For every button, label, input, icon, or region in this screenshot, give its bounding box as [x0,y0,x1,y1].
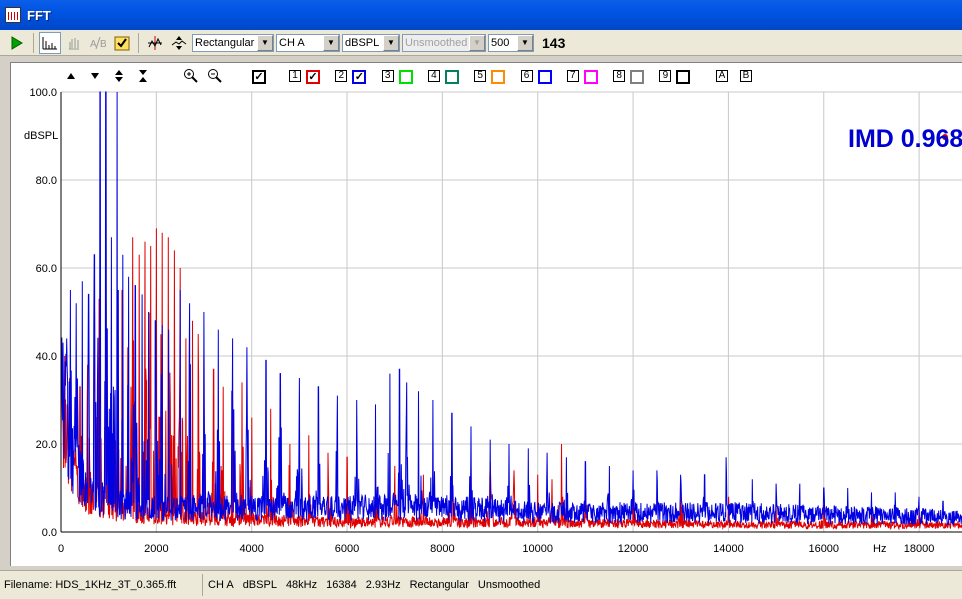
status-channel: CH A [208,579,234,591]
ab-slash-icon: AB [90,36,107,50]
status-window: Rectangular [409,579,469,591]
bar-spectrum-icon [42,36,57,49]
y-tick-label: 60.0 [36,263,57,275]
y-tick-label: 100.0 [29,87,57,99]
spectrum-trace-1 [60,228,962,531]
play-button[interactable] [6,32,28,54]
play-icon [11,35,23,50]
toolbar-separator [33,32,34,53]
channel-combo[interactable]: CH A ▼ [276,33,340,52]
chevron-down-icon[interactable]: ▼ [469,34,485,51]
chart-traces [60,91,962,531]
x-tick-label: 6000 [335,543,359,555]
channel-value: CH A [279,36,305,49]
fft-graph-panel[interactable]: ✓ 1 ✓ 2 ✓ 3 4 5 6 7 8 9 A B 0.0 20.0 40.0 60.0 80.0 100… [10,62,962,566]
imd-annotation: IMD 0.968 [848,125,962,153]
average-counter: 143 [542,34,566,51]
average-count-value: 500 [491,36,510,49]
status-smoothing: Unsmoothed [477,579,541,591]
cursor-button[interactable] [144,32,166,54]
toolbar-separator [138,32,139,53]
ab-compare-button[interactable]: AB [87,32,109,54]
x-tick-label: 4000 [239,543,263,555]
peak-marker-icon [171,35,187,50]
chevron-down-icon[interactable]: ▼ [517,34,533,51]
svg-text:B: B [100,39,107,50]
y-tick-label: 20.0 [36,439,57,451]
title-bar[interactable]: FFT [0,0,962,30]
checklist-button[interactable] [111,32,133,54]
y-tick-label: 0.0 [42,527,57,539]
window-type-value: Rectangular [195,36,255,49]
status-filename: Filename: HDS_1KHz_3T_0.365.fft [4,579,177,591]
x-tick-label: 16000 [808,543,839,555]
status-units: dBSPL [242,579,277,591]
x-tick-label: 14000 [713,543,744,555]
chevron-down-icon[interactable]: ▼ [383,34,399,51]
spectrum-view-button[interactable] [39,31,61,54]
hand-icon [69,37,79,49]
chevron-down-icon[interactable]: ▼ [257,34,273,51]
spectrum-trace-2 [60,91,962,526]
x-tick-label: 2000 [144,543,168,555]
smoothing-value: Unsmoothed [405,36,468,49]
fft-app-icon [5,7,21,23]
y-axis-label: dBSPL [24,130,58,142]
x-axis-label: Hz [873,543,886,555]
crosshair-icon [148,35,162,50]
y-tick-label: 80.0 [36,175,57,187]
x-tick-label: 0 [58,543,64,555]
status-bar: Filename: HDS_1KHz_3T_0.365.fft CH A dBS… [0,570,962,599]
y-tick-label: 40.0 [36,351,57,363]
average-count-combo[interactable]: 500 ▼ [488,33,534,52]
fft-spectrum-chart[interactable]: 0.0 20.0 40.0 60.0 80.0 100.0 0 2000 4000 6000 800… [11,63,962,566]
units-value: dBSPL [345,36,380,49]
checklist-icon [114,36,130,50]
x-tick-label: 12000 [618,543,649,555]
chevron-down-icon[interactable]: ▼ [323,34,339,51]
smoothing-combo[interactable]: Unsmoothed ▼ [402,33,486,52]
x-tick-label: 18000 [904,543,935,555]
main-toolbar: AB Rectangular ▼ CH A ▼ dBSPL ▼ Unsmooth… [0,30,962,56]
peak-marker-button[interactable] [168,32,190,54]
chart-grid [60,91,962,533]
window-type-combo[interactable]: Rectangular ▼ [192,33,274,52]
x-tick-label: 8000 [430,543,454,555]
status-sample-rate: 48kHz [285,579,318,591]
status-fft-size: 16384 [326,579,357,591]
status-resolution: 2.93Hz [365,579,401,591]
units-combo[interactable]: dBSPL ▼ [342,33,400,52]
hand-tool-button[interactable] [63,32,85,54]
window-title: FFT [27,7,51,23]
x-tick-label: 10000 [522,543,553,555]
